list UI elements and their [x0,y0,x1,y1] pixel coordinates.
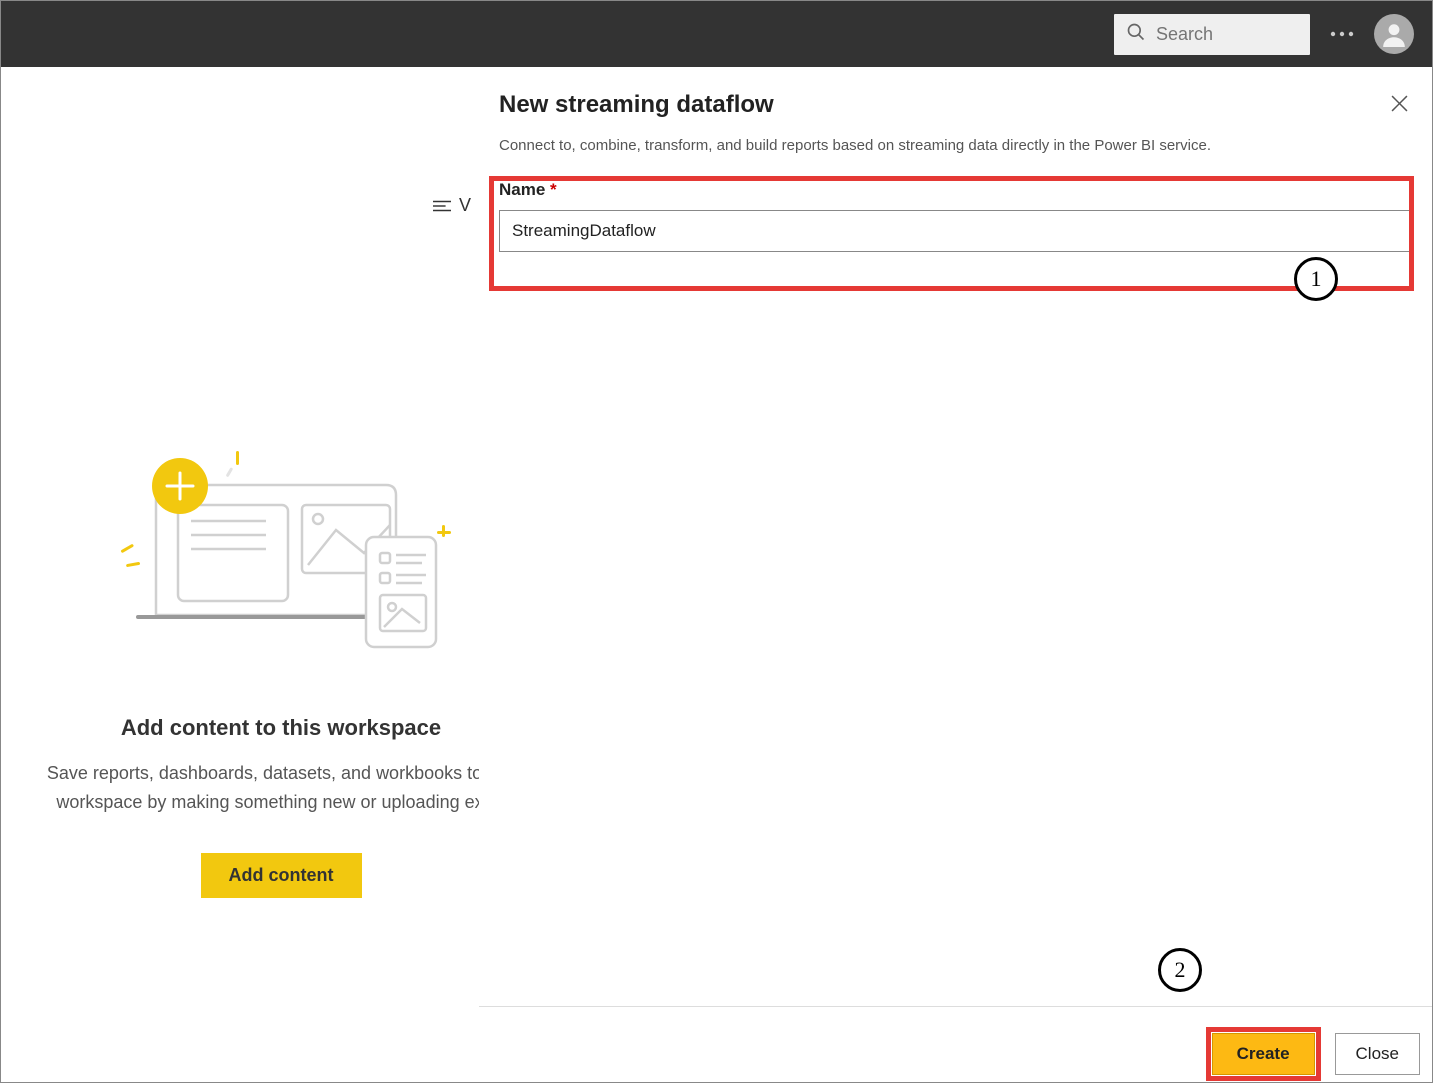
panel-title: New streaming dataflow [499,91,774,119]
close-icon[interactable] [1387,91,1412,121]
create-button[interactable]: Create [1212,1033,1315,1075]
view-toggle-label: V [459,195,471,216]
view-toggle[interactable]: V [433,195,471,216]
name-input[interactable] [499,210,1412,252]
search-box[interactable] [1114,14,1310,55]
empty-state-subtitle: Save reports, dashboards, datasets, and … [1,759,561,817]
name-field-label: Name * [499,180,1412,200]
name-label-text: Name [499,180,545,199]
user-avatar[interactable] [1374,14,1414,54]
empty-state-title: Add content to this workspace [121,715,441,741]
search-input[interactable] [1156,24,1298,45]
panel-description: Connect to, combine, transform, and buil… [499,135,1219,158]
panel-footer: Create Close [479,1006,1432,1082]
new-streaming-dataflow-panel: New streaming dataflow Connect to, combi… [479,67,1432,1082]
top-bar [1,1,1432,67]
search-icon [1126,22,1146,47]
annotation-callout-2: 2 [1158,948,1202,992]
add-content-button[interactable]: Add content [201,853,362,898]
close-button[interactable]: Close [1335,1033,1420,1075]
required-indicator: * [550,180,557,199]
more-options-icon[interactable] [1328,31,1356,37]
workspace-empty-state: Add content to this workspace Save repor… [1,285,561,898]
annotation-callout-1: 1 [1294,257,1338,301]
workspace-illustration [96,445,466,675]
